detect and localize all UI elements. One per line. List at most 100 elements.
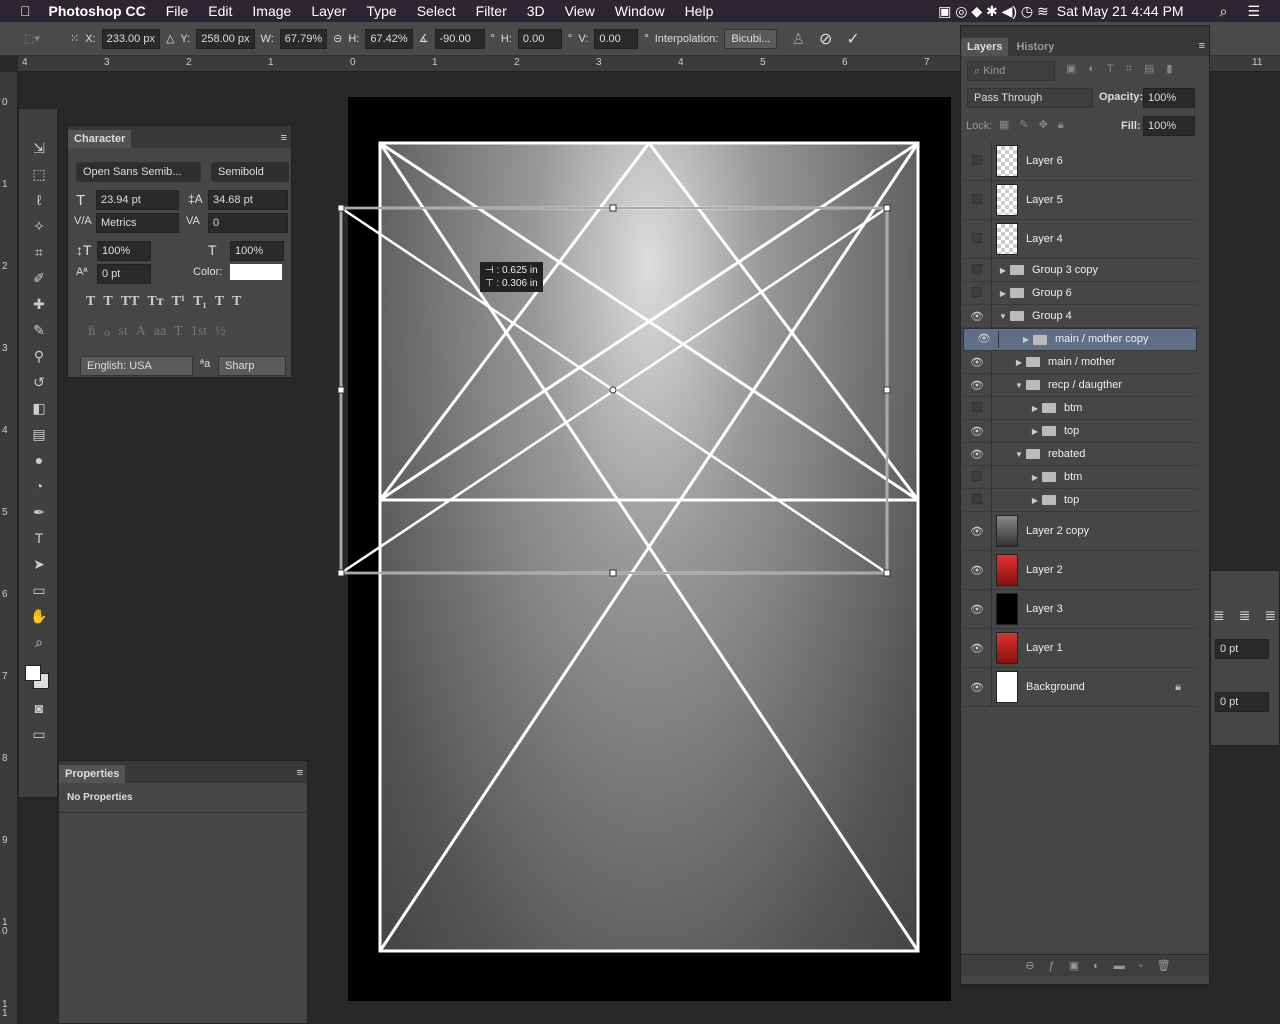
visibility-box[interactable] <box>972 263 982 274</box>
visibility-toggle[interactable]: 👁︎ <box>963 425 991 438</box>
layer-name[interactable]: main / mother copy <box>1055 332 1149 347</box>
layer-row[interactable]: 👁︎ ▼ Group 4 <box>963 305 1197 328</box>
layer-row[interactable]: 👁︎ Background 🔒︎ <box>963 668 1197 707</box>
visibility-toggle[interactable]: 👁︎ <box>963 356 991 369</box>
layer-row[interactable]: 👁︎ Layer 3 <box>963 590 1197 629</box>
filter-icons[interactable]: ▣◐T⌗▤▮ <box>1066 62 1184 76</box>
layer-name[interactable]: Layer 2 <box>1026 564 1063 576</box>
visibility-toggle[interactable]: 👁︎ <box>963 525 991 538</box>
layer-row[interactable]: ▶ Group 3 copy <box>963 259 1197 282</box>
layers-footer-buttons[interactable]: ⊖ƒ▣◐▬▫🗑︎ <box>961 954 1209 976</box>
filter-kind-select[interactable]: ⌕ Kind <box>967 61 1055 81</box>
collapsed-arrow-icon[interactable]: ▶ <box>1028 496 1042 505</box>
collapsed-arrow-icon[interactable]: ▶ <box>1028 404 1042 413</box>
visibility-toggle[interactable]: 👁︎ <box>963 603 991 616</box>
layer-name[interactable]: btm <box>1064 402 1082 414</box>
align-icons[interactable]: ≣≣≣ <box>1213 607 1279 624</box>
layer-thumbnail <box>996 223 1018 255</box>
layer-divider <box>991 374 992 396</box>
layer-name[interactable]: Layer 6 <box>1026 155 1063 167</box>
layer-row[interactable]: 👁︎ ▶ top <box>963 420 1197 443</box>
collapsed-arrow-icon[interactable]: ▶ <box>996 289 1010 298</box>
visibility-toggle[interactable] <box>963 493 991 507</box>
layer-row[interactable]: 👁︎ Layer 2 <box>963 551 1197 590</box>
tab-history[interactable]: History <box>1008 38 1062 56</box>
layer-name[interactable]: Layer 2 copy <box>1026 525 1089 537</box>
layer-row[interactable]: Layer 6 <box>963 142 1197 181</box>
layer-name[interactable]: Group 3 copy <box>1032 264 1098 276</box>
visibility-box[interactable] <box>972 193 982 204</box>
layer-name[interactable]: Group 4 <box>1032 310 1072 322</box>
visibility-toggle[interactable] <box>963 154 991 168</box>
layer-name[interactable]: top <box>1064 425 1079 437</box>
visibility-toggle[interactable]: 👁︎ <box>963 681 991 694</box>
foreground-color[interactable] <box>25 665 41 681</box>
expanded-arrow-icon[interactable]: ▼ <box>1012 381 1026 390</box>
layers-panel: Layers History ≡ ⌕ Kind ▣◐T⌗▤▮ Pass Thro… <box>960 25 1210 985</box>
blend-mode-select[interactable]: Pass Through <box>967 88 1093 108</box>
kind-label: Kind <box>983 65 1006 77</box>
collapsed-arrow-icon[interactable]: ▶ <box>1019 332 1033 347</box>
tab-layers[interactable]: Layers <box>961 38 1009 56</box>
indent-field[interactable]: 0 pt <box>1215 639 1269 659</box>
layer-name[interactable]: btm <box>1064 471 1082 483</box>
opacity-field[interactable]: 100% <box>1143 88 1195 108</box>
layer-row[interactable]: ▶ top <box>963 489 1197 512</box>
collapsed-arrow-icon[interactable]: ▶ <box>1028 473 1042 482</box>
visibility-toggle[interactable]: 👁︎ <box>963 310 991 323</box>
layer-divider <box>991 466 992 488</box>
layer-divider <box>991 489 992 511</box>
collapsed-arrow-icon[interactable]: ▶ <box>996 266 1010 275</box>
layer-name[interactable]: Layer 1 <box>1026 642 1063 654</box>
visibility-box[interactable] <box>972 286 982 297</box>
layer-divider <box>991 443 992 465</box>
layer-row[interactable]: ▶ btm <box>963 397 1197 420</box>
layer-row[interactable]: 👁︎ ▶ main / mother <box>963 351 1197 374</box>
layer-row[interactable]: ▶ Group 6 <box>963 282 1197 305</box>
visibility-toggle[interactable]: 👁︎ <box>963 448 991 461</box>
layer-name[interactable]: Background <box>1026 681 1085 693</box>
layer-row[interactable]: 👁︎ ▼ recp / daugther <box>963 374 1197 397</box>
visibility-toggle[interactable]: 👁︎ <box>963 379 991 392</box>
visibility-toggle[interactable] <box>963 470 991 484</box>
visibility-box[interactable] <box>972 232 982 243</box>
panel-menu-icon[interactable]: ≡ <box>1199 40 1205 52</box>
visibility-toggle[interactable]: 👁︎ <box>970 332 998 347</box>
layer-row[interactable]: Layer 5 <box>963 181 1197 220</box>
lock-icons[interactable]: ▦✎✥🔒︎ <box>999 118 1074 132</box>
expanded-arrow-icon[interactable]: ▼ <box>1012 450 1026 459</box>
visibility-box[interactable] <box>972 401 982 412</box>
visibility-toggle[interactable] <box>963 193 991 207</box>
layer-name[interactable]: Layer 5 <box>1026 194 1063 206</box>
visibility-box[interactable] <box>972 493 982 504</box>
expanded-arrow-icon[interactable]: ▼ <box>996 312 1010 321</box>
fill-label: Fill: <box>1121 120 1141 132</box>
layer-divider <box>991 220 992 258</box>
visibility-toggle[interactable]: 👁︎ <box>963 642 991 655</box>
layer-name[interactable]: Group 6 <box>1032 287 1072 299</box>
layer-name[interactable]: recp / daugther <box>1048 379 1122 391</box>
visibility-toggle[interactable]: 👁︎ <box>963 564 991 577</box>
collapsed-arrow-icon[interactable]: ▶ <box>1012 358 1026 367</box>
tooltip-y: ⊤ : 0.306 in <box>485 278 538 289</box>
visibility-box[interactable] <box>972 470 982 481</box>
layer-name[interactable]: Layer 4 <box>1026 233 1063 245</box>
visibility-box[interactable] <box>972 154 982 165</box>
layer-name[interactable]: main / mother <box>1048 356 1115 368</box>
visibility-toggle[interactable] <box>963 263 991 277</box>
fill-field[interactable]: 100% <box>1143 116 1195 136</box>
layer-name[interactable]: rebated <box>1048 448 1085 460</box>
layer-name[interactable]: Layer 3 <box>1026 603 1063 615</box>
layer-name[interactable]: top <box>1064 494 1079 506</box>
visibility-toggle[interactable] <box>963 232 991 246</box>
layer-row[interactable]: 👁︎ ▶ main / mother copy <box>963 328 1197 351</box>
layer-row[interactable]: 👁︎ ▼ rebated <box>963 443 1197 466</box>
layer-row[interactable]: 👁︎ Layer 1 <box>963 629 1197 668</box>
layer-row[interactable]: Layer 4 <box>963 220 1197 259</box>
visibility-toggle[interactable] <box>963 286 991 300</box>
visibility-toggle[interactable] <box>963 401 991 415</box>
space-field[interactable]: 0 pt <box>1215 692 1269 712</box>
collapsed-arrow-icon[interactable]: ▶ <box>1028 427 1042 436</box>
layer-row[interactable]: ▶ btm <box>963 466 1197 489</box>
layer-row[interactable]: 👁︎ Layer 2 copy <box>963 512 1197 551</box>
